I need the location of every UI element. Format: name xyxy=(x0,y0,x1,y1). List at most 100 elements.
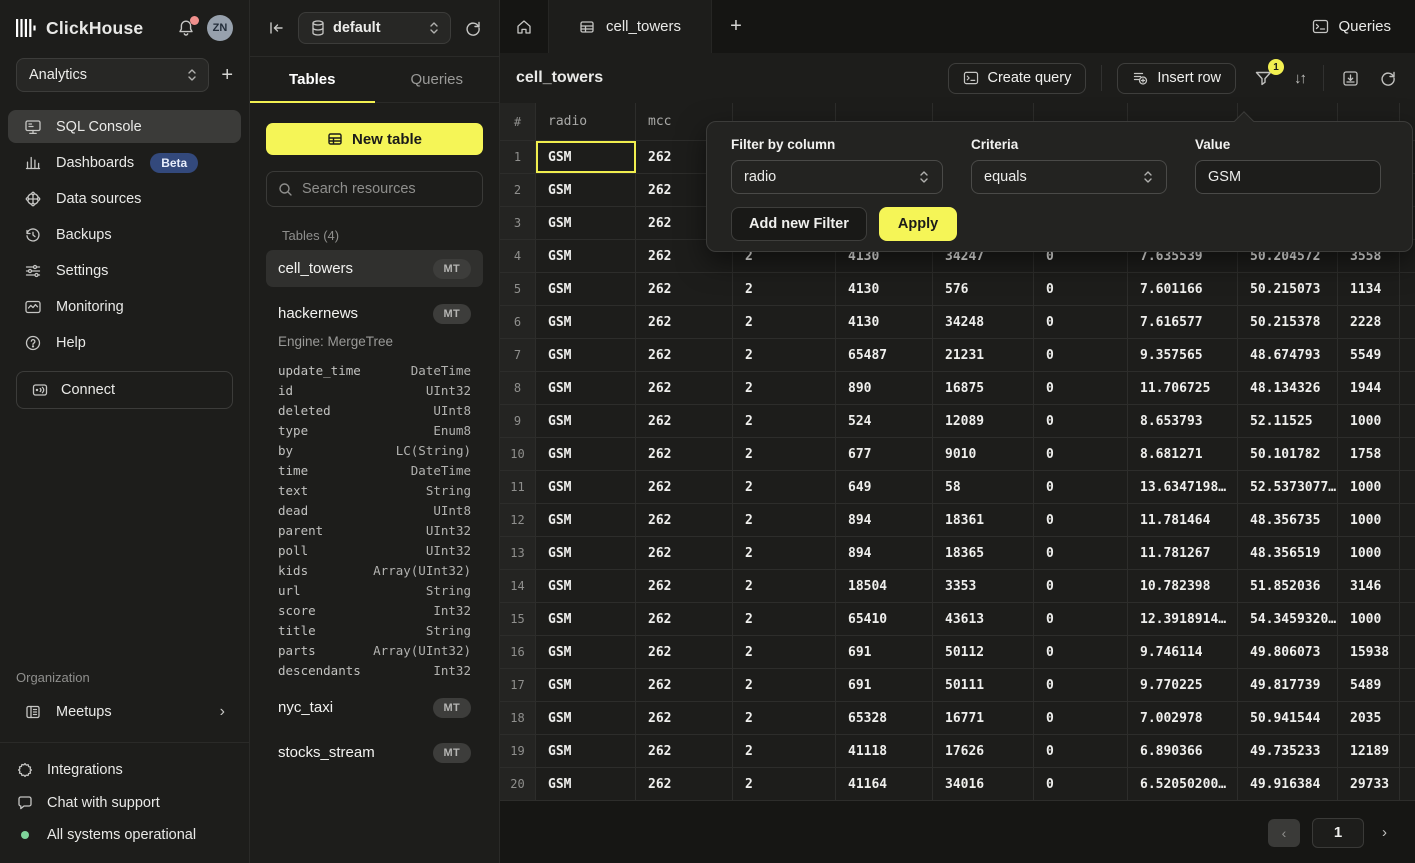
refresh-button[interactable] xyxy=(1377,67,1399,89)
table-cell[interactable]: 41164 xyxy=(836,768,933,800)
table-cell[interactable]: 0 xyxy=(1034,306,1128,338)
table-cell[interactable]: GSM xyxy=(536,405,636,437)
refresh-tables-button[interactable] xyxy=(461,16,485,40)
table-cell[interactable]: 48.674793 xyxy=(1238,339,1338,371)
table-cell[interactable]: 49.735233 xyxy=(1238,735,1338,767)
pagination-next-button[interactable]: › xyxy=(1376,820,1393,845)
table-item-cell-towers[interactable]: cell_towers MT xyxy=(266,250,483,287)
table-cell[interactable]: 16875 xyxy=(933,372,1034,404)
table-cell[interactable]: 58 xyxy=(933,471,1034,503)
connect-button[interactable]: Connect xyxy=(16,371,233,409)
search-resources-box[interactable] xyxy=(266,171,483,207)
table-cell[interactable]: 2 xyxy=(733,537,836,569)
table-cell[interactable]: 0 xyxy=(1034,471,1128,503)
table-cell[interactable]: 1000 xyxy=(1338,471,1400,503)
row-number[interactable]: 18 xyxy=(500,702,536,734)
table-cell[interactable]: 894 xyxy=(836,504,933,536)
table-cell[interactable]: 43613 xyxy=(933,603,1034,635)
table-cell[interactable] xyxy=(1400,339,1415,371)
system-status[interactable]: All systems operational xyxy=(16,827,233,843)
table-cell[interactable]: 2 xyxy=(733,273,836,305)
table-cell[interactable]: 50.941544 xyxy=(1238,702,1338,734)
table-cell[interactable]: 11.781464 xyxy=(1128,504,1238,536)
table-cell[interactable]: 0 xyxy=(1034,768,1128,800)
table-cell[interactable]: 48.134326 xyxy=(1238,372,1338,404)
table-cell[interactable]: 15938 xyxy=(1338,636,1400,668)
table-cell[interactable] xyxy=(1400,570,1415,602)
table-cell[interactable]: 0 xyxy=(1034,537,1128,569)
sidebar-item-chat-support[interactable]: Chat with support xyxy=(16,794,233,812)
table-cell[interactable]: 29733 xyxy=(1338,768,1400,800)
table-cell[interactable]: 0 xyxy=(1034,372,1128,404)
table-cell[interactable]: 17626 xyxy=(933,735,1034,767)
table-cell[interactable]: 2 xyxy=(733,768,836,800)
table-cell[interactable]: 21231 xyxy=(933,339,1034,371)
table-cell[interactable]: 2 xyxy=(733,570,836,602)
table-cell[interactable]: GSM xyxy=(536,636,636,668)
table-cell[interactable]: 262 xyxy=(636,603,733,635)
create-query-button[interactable]: Create query xyxy=(948,63,1087,94)
table-cell[interactable]: 7.601166 xyxy=(1128,273,1238,305)
filter-column-select[interactable]: radio xyxy=(731,160,943,194)
tab-tables[interactable]: Tables xyxy=(250,57,375,102)
table-cell[interactable]: 65410 xyxy=(836,603,933,635)
table-cell[interactable]: 649 xyxy=(836,471,933,503)
table-cell[interactable]: 34016 xyxy=(933,768,1034,800)
sidebar-item-meetups[interactable]: Meetups › xyxy=(8,695,241,728)
collapse-panel-button[interactable] xyxy=(264,17,288,39)
table-cell[interactable]: 262 xyxy=(636,735,733,767)
table-cell[interactable]: 262 xyxy=(636,273,733,305)
table-cell[interactable]: 50111 xyxy=(933,669,1034,701)
table-cell[interactable] xyxy=(1400,471,1415,503)
table-cell[interactable]: 50112 xyxy=(933,636,1034,668)
row-number[interactable]: 1 xyxy=(500,141,536,173)
table-cell[interactable]: 41118 xyxy=(836,735,933,767)
table-cell[interactable] xyxy=(1400,603,1415,635)
download-button[interactable] xyxy=(1339,67,1362,90)
table-cell[interactable] xyxy=(1400,636,1415,668)
table-cell[interactable]: 2 xyxy=(733,669,836,701)
table-cell[interactable]: 48.356735 xyxy=(1238,504,1338,536)
table-cell[interactable]: 2 xyxy=(733,339,836,371)
table-cell[interactable]: 262 xyxy=(636,768,733,800)
table-cell[interactable]: 262 xyxy=(636,504,733,536)
table-cell[interactable]: 262 xyxy=(636,636,733,668)
table-cell[interactable]: 1000 xyxy=(1338,504,1400,536)
table-cell[interactable]: 16771 xyxy=(933,702,1034,734)
table-cell[interactable]: 0 xyxy=(1034,504,1128,536)
sidebar-item-integrations[interactable]: Integrations xyxy=(16,761,233,779)
table-cell[interactable]: 6.52050200… xyxy=(1128,768,1238,800)
table-cell[interactable]: 34248 xyxy=(933,306,1034,338)
table-cell[interactable]: 262 xyxy=(636,405,733,437)
table-cell[interactable]: 11.781267 xyxy=(1128,537,1238,569)
row-number[interactable]: 12 xyxy=(500,504,536,536)
search-resources-input[interactable] xyxy=(302,181,471,197)
row-number[interactable]: 17 xyxy=(500,669,536,701)
table-cell[interactable]: 50.215073 xyxy=(1238,273,1338,305)
pagination-prev-button[interactable]: ‹ xyxy=(1268,819,1300,847)
sort-button[interactable]: ↓↑ xyxy=(1291,67,1308,90)
notifications-button[interactable] xyxy=(175,17,197,39)
table-cell[interactable]: 2228 xyxy=(1338,306,1400,338)
table-cell[interactable]: 3146 xyxy=(1338,570,1400,602)
table-cell[interactable]: 262 xyxy=(636,372,733,404)
table-cell[interactable]: 8.653793 xyxy=(1128,405,1238,437)
table-cell[interactable]: 1000 xyxy=(1338,405,1400,437)
new-table-button[interactable]: New table xyxy=(266,123,483,155)
new-tab-button[interactable]: + xyxy=(712,0,760,53)
row-number[interactable]: 7 xyxy=(500,339,536,371)
filter-criteria-select[interactable]: equals xyxy=(971,160,1167,194)
avatar[interactable]: ZN xyxy=(207,15,233,41)
table-cell[interactable]: 49.916384 xyxy=(1238,768,1338,800)
table-cell[interactable]: 54.3459320… xyxy=(1238,603,1338,635)
table-cell[interactable]: 52.11525 xyxy=(1238,405,1338,437)
table-cell[interactable]: 65328 xyxy=(836,702,933,734)
table-cell[interactable]: 8.681271 xyxy=(1128,438,1238,470)
table-cell[interactable] xyxy=(1400,702,1415,734)
table-cell[interactable]: 262 xyxy=(636,702,733,734)
filter-value-input[interactable] xyxy=(1195,160,1381,194)
table-cell[interactable] xyxy=(1400,768,1415,800)
row-number[interactable]: 20 xyxy=(500,768,536,800)
table-cell[interactable]: 262 xyxy=(636,471,733,503)
table-cell[interactable]: 51.852036 xyxy=(1238,570,1338,602)
